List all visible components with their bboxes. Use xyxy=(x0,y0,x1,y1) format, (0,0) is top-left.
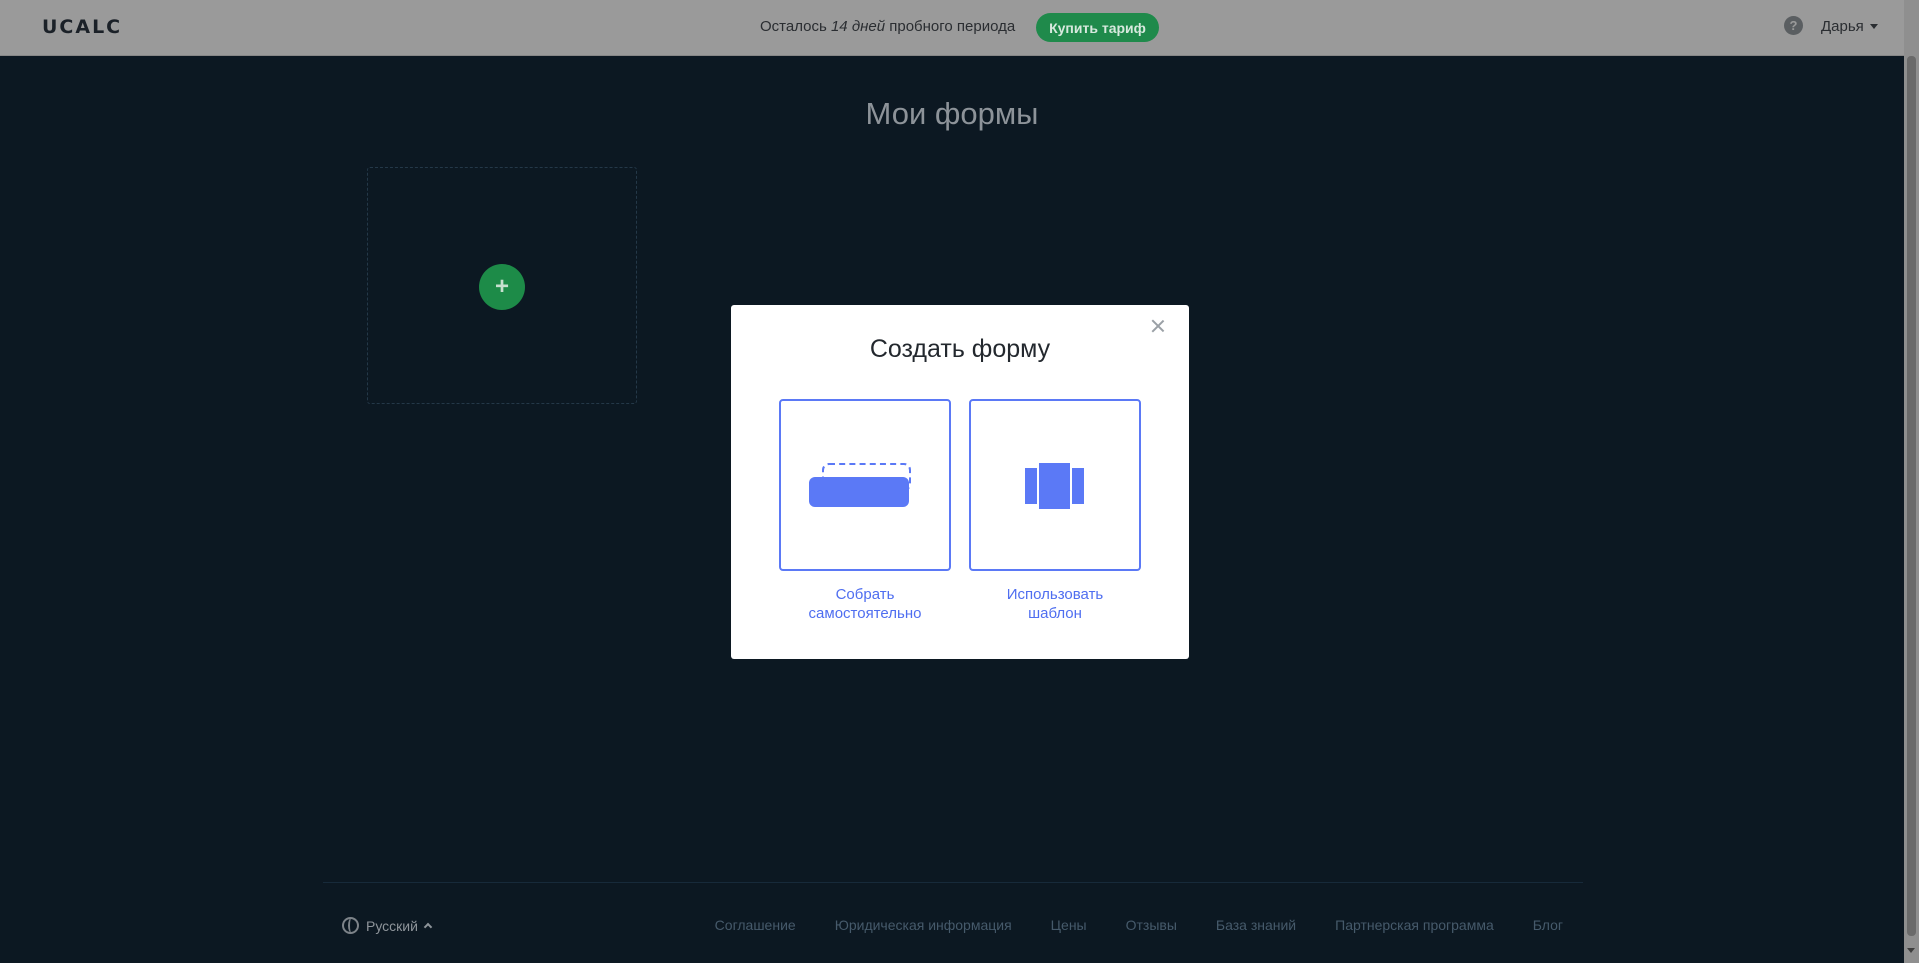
build-yourself-label[interactable]: Собрать самостоятельно xyxy=(779,585,951,623)
help-icon[interactable]: ? xyxy=(1784,16,1803,35)
trial-suffix: пробного периода xyxy=(889,18,1016,35)
template-left-shape xyxy=(1025,468,1037,504)
footer-link-legal[interactable]: Юридическая информация xyxy=(835,917,1012,933)
build-yourself-label-line1: Собрать xyxy=(835,586,895,603)
scrollbar-thumb[interactable] xyxy=(1907,56,1916,936)
logo[interactable]: UCALC xyxy=(42,16,122,38)
language-label: Русский xyxy=(366,917,418,934)
trial-days: 14 дней xyxy=(830,18,886,35)
footer-link-partner-program[interactable]: Партнерская программа xyxy=(1335,917,1494,933)
caret-down-icon xyxy=(1869,24,1878,29)
template-center-shape xyxy=(1039,463,1070,509)
template-icon xyxy=(1025,463,1085,509)
chevron-up-icon xyxy=(423,922,433,932)
create-form-modal: Создать форму Собрать самостоятельно Исп… xyxy=(731,305,1189,659)
trial-prefix: Осталось xyxy=(760,18,827,35)
use-template-label-line1: Использовать xyxy=(1006,586,1104,603)
use-template-label[interactable]: Использовать шаблон xyxy=(969,585,1141,623)
footer-link-blog[interactable]: Блог xyxy=(1533,917,1563,933)
buy-plan-button[interactable]: Купить тариф xyxy=(1036,13,1159,42)
footer-link-agreement[interactable]: Соглашение xyxy=(715,917,796,933)
template-right-shape xyxy=(1072,468,1084,504)
use-template-card[interactable] xyxy=(969,399,1141,571)
footer-link-prices[interactable]: Цены xyxy=(1051,917,1087,933)
footer-divider xyxy=(323,882,1583,883)
footer-link-reviews[interactable]: Отзывы xyxy=(1126,917,1177,933)
build-yourself-label-line2: самостоятельно xyxy=(808,605,922,622)
use-template-label-line2: шаблон xyxy=(1028,605,1082,622)
build-yourself-option[interactable]: Собрать самостоятельно xyxy=(779,399,951,623)
scroll-down-icon[interactable] xyxy=(1907,948,1915,953)
user-menu[interactable]: Дарья xyxy=(1821,18,1878,35)
new-form-card[interactable]: + xyxy=(367,167,637,404)
add-form-button[interactable]: + xyxy=(479,264,525,310)
page-title: Мои формы xyxy=(865,96,1039,131)
use-template-option[interactable]: Использовать шаблон xyxy=(969,399,1141,623)
build-yourself-card[interactable] xyxy=(779,399,951,571)
user-name: Дарья xyxy=(1821,18,1864,35)
scrollbar[interactable] xyxy=(1904,0,1919,963)
top-bar: UCALC Осталось 14 дней пробного периода … xyxy=(0,0,1904,56)
footer-links: Соглашение Юридическая информация Цены О… xyxy=(715,917,1563,933)
modal-title: Создать форму xyxy=(869,335,1051,363)
close-icon[interactable] xyxy=(1151,319,1165,333)
footer-link-knowledge-base[interactable]: База знаний xyxy=(1216,917,1296,933)
globe-icon xyxy=(342,917,359,934)
solid-field-shape xyxy=(809,477,909,507)
build-form-icon xyxy=(809,463,911,507)
language-selector[interactable]: Русский xyxy=(342,917,433,934)
trial-notice: Осталось 14 дней пробного периода xyxy=(760,18,1015,35)
